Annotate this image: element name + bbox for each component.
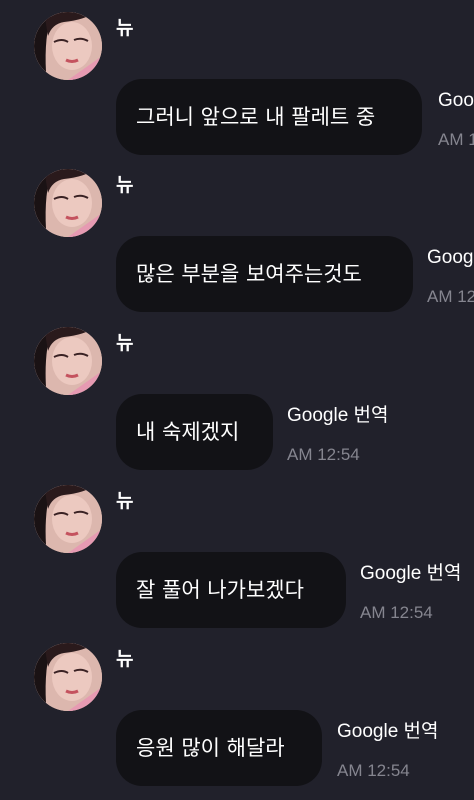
chat-message-list: 뉴 그러니 앞으로 내 팔레트 중 Google 번역 AM 12:54 뉴 많… bbox=[0, 0, 474, 800]
chat-message: 뉴 많은 부분을 보여주는것도 Google 번역 AM 12:54 bbox=[0, 157, 474, 315]
profile-photo-icon bbox=[34, 485, 102, 553]
profile-photo-icon bbox=[34, 169, 102, 237]
translation-label: Google 번역 bbox=[438, 90, 474, 111]
translation-label: Google 번역 bbox=[360, 563, 462, 584]
message-bubble[interactable]: 내 숙제겠지 bbox=[116, 394, 273, 470]
message-meta: Google 번역 AM 12:54 bbox=[337, 710, 439, 782]
message-bubble[interactable]: 그러니 앞으로 내 팔레트 중 bbox=[116, 79, 422, 155]
sender-avatar[interactable] bbox=[34, 327, 102, 395]
message-bubble[interactable]: 잘 풀어 나가보겠다 bbox=[116, 552, 346, 628]
translation-label: Google 번역 bbox=[427, 247, 474, 268]
chat-message: 뉴 그러니 앞으로 내 팔레트 중 Google 번역 AM 12:54 bbox=[0, 0, 474, 158]
message-bubble[interactable]: 응원 많이 해달라 bbox=[116, 710, 322, 786]
translation-label: Google 번역 bbox=[287, 405, 389, 426]
sender-avatar[interactable] bbox=[34, 169, 102, 237]
message-meta: Google 번역 AM 12:54 bbox=[287, 394, 389, 466]
message-timestamp: AM 12:54 bbox=[438, 130, 474, 149]
message-meta: Google 번역 AM 12:54 bbox=[438, 79, 474, 151]
sender-avatar[interactable] bbox=[34, 12, 102, 80]
message-bubble[interactable]: 많은 부분을 보여주는것도 bbox=[116, 236, 413, 312]
message-timestamp: AM 12:54 bbox=[360, 603, 433, 622]
message-meta: Google 번역 AM 12:54 bbox=[360, 552, 462, 624]
sender-avatar[interactable] bbox=[34, 485, 102, 553]
message-timestamp: AM 12:54 bbox=[287, 445, 360, 464]
profile-photo-icon bbox=[34, 327, 102, 395]
chat-message: 뉴 내 숙제겠지 Google 번역 AM 12:54 bbox=[0, 315, 474, 473]
sender-name: 뉴 bbox=[116, 332, 134, 354]
sender-name: 뉴 bbox=[116, 490, 134, 512]
sender-name: 뉴 bbox=[116, 17, 134, 39]
profile-photo-icon bbox=[34, 643, 102, 711]
sender-name: 뉴 bbox=[116, 174, 134, 196]
profile-photo-icon bbox=[34, 12, 102, 80]
translation-label: Google 번역 bbox=[337, 721, 439, 742]
chat-message: 뉴 응원 많이 해달라 Google 번역 AM 12:54 bbox=[0, 631, 474, 789]
message-timestamp: AM 12:54 bbox=[427, 287, 474, 306]
message-meta: Google 번역 AM 12:54 bbox=[427, 236, 474, 308]
message-timestamp: AM 12:54 bbox=[337, 761, 410, 780]
sender-avatar[interactable] bbox=[34, 643, 102, 711]
chat-message: 뉴 잘 풀어 나가보겠다 Google 번역 AM 12:54 bbox=[0, 473, 474, 631]
sender-name: 뉴 bbox=[116, 648, 134, 670]
